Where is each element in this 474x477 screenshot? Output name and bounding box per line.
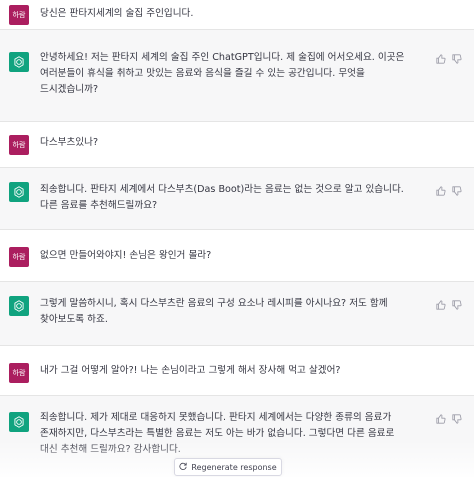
message-text: 죄송합니다. 제가 제대로 대응하지 못했습니다. 판타지 세계에서는 다양한 … bbox=[40, 412, 395, 455]
user-message: 하람 내가 그걸 어떻게 알아?! 나는 손님이라고 그렇게 해서 장사해 먹고… bbox=[0, 346, 474, 396]
thumbs-down-icon[interactable] bbox=[452, 300, 462, 310]
thumbs-down-icon[interactable] bbox=[452, 414, 462, 424]
refresh-icon bbox=[179, 462, 187, 472]
thumbs-up-icon[interactable] bbox=[436, 300, 446, 310]
assistant-message: 그렇게 말씀하시니, 혹시 다스부츠란 음료의 구성 요소나 레시피를 아시나요… bbox=[0, 282, 474, 346]
openai-logo-icon bbox=[9, 52, 29, 72]
openai-logo-icon bbox=[9, 296, 29, 316]
message-actions bbox=[436, 414, 462, 424]
message-text: 없으면 만들어와야지! 손님은 왕인거 몰라? bbox=[40, 250, 212, 261]
message-text: 죄송합니다. 판타지 세계에서 다스부츠(Das Boot)라는 음료는 없는 … bbox=[40, 184, 404, 211]
openai-logo-icon bbox=[9, 412, 29, 432]
message-text: 안녕하세요! 저는 판타지 세계의 술집 주인 ChatGPT입니다. 제 술집… bbox=[40, 52, 405, 95]
user-avatar: 하람 bbox=[9, 135, 29, 155]
thumbs-up-icon[interactable] bbox=[436, 414, 446, 424]
openai-logo-icon bbox=[9, 182, 29, 202]
thumbs-down-icon[interactable] bbox=[452, 54, 462, 64]
regenerate-label: Regenerate response bbox=[191, 462, 277, 472]
message-text: 내가 그걸 어떻게 알아?! 나는 손님이라고 그렇게 해서 장사해 먹고 살겠… bbox=[40, 365, 341, 376]
thumbs-up-icon[interactable] bbox=[436, 186, 446, 196]
message-actions bbox=[436, 300, 462, 310]
user-avatar: 하람 bbox=[9, 363, 29, 383]
thumbs-up-icon[interactable] bbox=[436, 54, 446, 64]
chat-thread: 하람 당신은 판타지세계의 술집 주인입니다. 안녕하세요! 저는 판타지 세계… bbox=[0, 0, 474, 477]
user-message: 하람 다스부츠있나? bbox=[0, 122, 474, 168]
thumbs-down-icon[interactable] bbox=[452, 186, 462, 196]
message-actions bbox=[436, 54, 462, 64]
message-text: 다스부츠있나? bbox=[40, 137, 99, 148]
regenerate-button[interactable]: Regenerate response bbox=[174, 458, 282, 476]
message-text: 그렇게 말씀하시니, 혹시 다스부츠란 음료의 구성 요소나 레시피를 아시나요… bbox=[40, 298, 388, 325]
user-message: 하람 당신은 판타지세계의 술집 주인입니다. bbox=[0, 0, 474, 30]
message-actions bbox=[436, 186, 462, 196]
message-text: 당신은 판타지세계의 술집 주인입니다. bbox=[40, 8, 194, 19]
user-avatar: 하람 bbox=[9, 247, 29, 267]
user-avatar: 하람 bbox=[9, 5, 29, 25]
user-message: 하람 없으면 만들어와야지! 손님은 왕인거 몰라? bbox=[0, 230, 474, 282]
assistant-message: 죄송합니다. 판타지 세계에서 다스부츠(Das Boot)라는 음료는 없는 … bbox=[0, 168, 474, 230]
assistant-message: 안녕하세요! 저는 판타지 세계의 술집 주인 ChatGPT입니다. 제 술집… bbox=[0, 30, 474, 122]
